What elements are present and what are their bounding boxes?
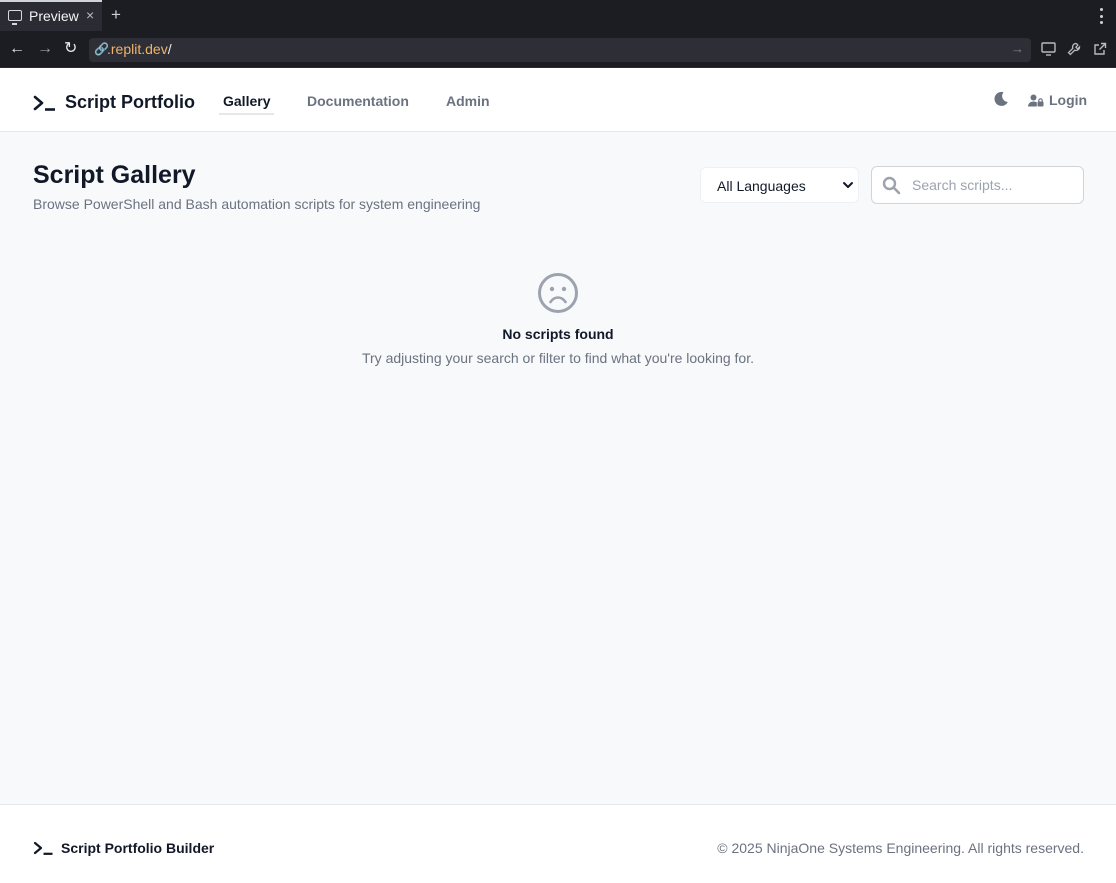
- page-title: Script Gallery: [33, 161, 196, 189]
- browser-tab-bar: Preview × +: [0, 0, 1116, 31]
- moon-icon[interactable]: [992, 90, 1010, 108]
- nav-gallery[interactable]: Gallery: [218, 93, 276, 115]
- footer-brand: Script Portfolio Builder: [33, 840, 214, 856]
- page-subtitle: Browse PowerShell and Bash automation sc…: [33, 196, 481, 212]
- login-button[interactable]: Login: [1028, 92, 1087, 108]
- app-header: Script Portfolio Gallery Documentation A…: [0, 68, 1116, 132]
- empty-state: No scripts found Try adjusting your sear…: [0, 272, 1116, 366]
- kebab-icon[interactable]: [1100, 8, 1104, 24]
- devices-icon[interactable]: [1041, 42, 1056, 58]
- search-input[interactable]: [912, 173, 1077, 197]
- empty-state-message: Try adjusting your search or filter to f…: [361, 350, 754, 366]
- empty-state-title: No scripts found: [502, 326, 614, 342]
- back-arrow-icon[interactable]: ←: [9, 39, 25, 59]
- close-icon[interactable]: ×: [86, 7, 94, 23]
- terminal-icon: [33, 841, 53, 855]
- login-label: Login: [1049, 92, 1088, 108]
- url-field[interactable]: 🔗 .replit.dev/ →: [89, 38, 1031, 62]
- language-filter-value: All Languages: [717, 178, 806, 194]
- footer: Script Portfolio Builder © 2025 NinjaOne…: [0, 804, 1116, 883]
- footer-copyright: © 2025 NinjaOne Systems Engineering. All…: [717, 840, 1084, 856]
- brand-logo[interactable]: Script Portfolio: [33, 92, 195, 113]
- brand-name: Script Portfolio: [65, 92, 195, 112]
- tab-label: Preview: [29, 8, 79, 24]
- nav-documentation[interactable]: Documentation: [307, 93, 409, 109]
- search-box[interactable]: [871, 166, 1084, 204]
- footer-brand-name: Script Portfolio Builder: [61, 840, 215, 856]
- forward-arrow-icon[interactable]: →: [37, 39, 53, 59]
- address-bar: ← → ↻ 🔗 .replit.dev/ →: [0, 31, 1116, 68]
- reload-icon[interactable]: ↻: [64, 39, 77, 59]
- user-lock-icon: [1028, 94, 1044, 106]
- url-text: .replit.dev/: [107, 41, 172, 57]
- language-filter-select[interactable]: All Languages: [700, 167, 859, 203]
- arrow-right-icon[interactable]: →: [1011, 41, 1024, 56]
- external-link-icon[interactable]: [1093, 42, 1107, 58]
- monitor-icon: [8, 10, 22, 25]
- search-icon: [882, 176, 901, 195]
- sad-face-icon: [538, 273, 578, 313]
- tab-preview[interactable]: Preview ×: [0, 0, 102, 31]
- wrench-icon[interactable]: [1067, 42, 1081, 58]
- chevron-down-icon: [843, 182, 853, 188]
- terminal-icon: [33, 95, 55, 111]
- plus-icon[interactable]: +: [111, 5, 121, 25]
- nav-admin[interactable]: Admin: [446, 93, 490, 109]
